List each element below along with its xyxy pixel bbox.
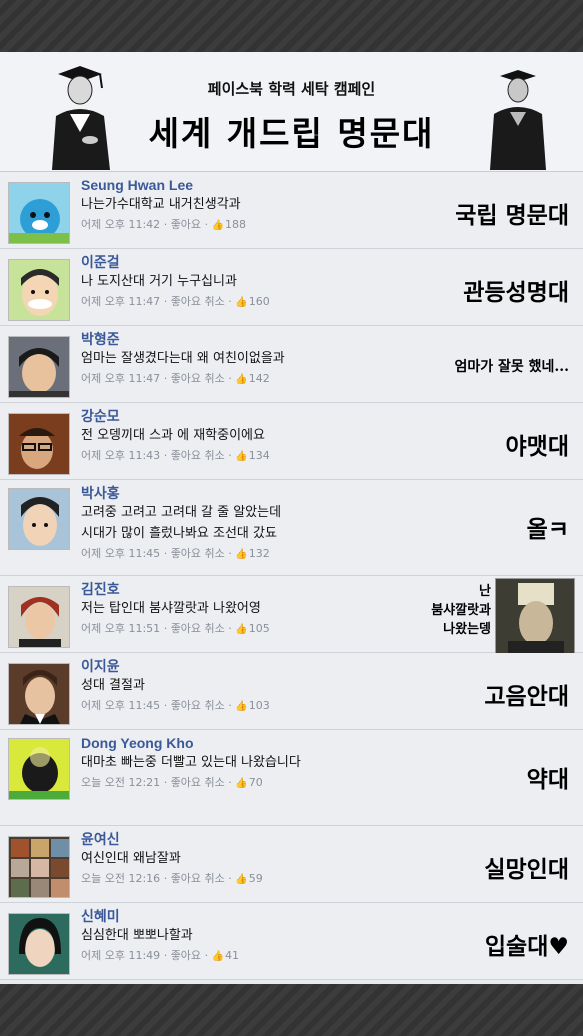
like-link[interactable]: 좋아요 취소 xyxy=(171,622,225,635)
meme-caption: 약대 xyxy=(526,766,569,793)
like-count[interactable]: 132 xyxy=(235,547,269,560)
like-link[interactable]: 좋아요 취소 xyxy=(171,776,225,789)
comment-row: 박형준 엄마는 잘생겼다는대 왜 여친이없을과 어제 오후 11:47 · 좋아… xyxy=(0,326,583,403)
comment-text: 대마초 빠는중 더빨고 있는대 나왔습니다 xyxy=(81,755,301,770)
comment-meta: 어제 오후 11:45 · 좋아요 취소 · 132 xyxy=(81,544,573,565)
avatar[interactable] xyxy=(8,259,70,321)
comment-row: Dong Yeong Kho 대마초 빠는중 더빨고 있는대 나왔습니다 오늘 … xyxy=(0,730,583,826)
like-count[interactable]: 142 xyxy=(235,372,269,385)
header-banner: 페이스북 학력 세탁 캠페인 세계 개드립 명문대 xyxy=(0,52,583,172)
meme-caption: 실망인대 xyxy=(484,856,569,883)
comment-row: 김진호 저는 탑인대 붐샤깔랏과 나왔어영 어제 오후 11:51 · 좋아요 … xyxy=(0,576,583,654)
timestamp: 오늘 오전 12:21 xyxy=(81,776,161,789)
comment-row: 박사홍 고려중 고려고 고려대 갈 줄 알았는데 시대가 많이 흘렀나봐요 조선… xyxy=(0,480,583,576)
graduate-illustration-right xyxy=(490,70,546,170)
meme-caption: 야맷대 xyxy=(505,433,569,460)
commenter-name[interactable]: Dong Yeong Kho xyxy=(81,734,573,752)
commenter-name[interactable]: 신혜미 xyxy=(81,907,573,925)
comment-text: 전 오뎅끼대 스과 에 재학중이에요 xyxy=(81,428,265,443)
commenter-name[interactable]: 박형준 xyxy=(81,330,573,348)
timestamp: 어제 오후 11:51 xyxy=(81,622,161,635)
comment-row: Seung Hwan Lee 나는가수대학교 내거친생각과 어제 오후 11:4… xyxy=(0,172,583,249)
timestamp: 어제 오후 11:47 xyxy=(81,372,161,385)
like-count[interactable]: 134 xyxy=(235,449,269,462)
reaction-photo xyxy=(495,578,575,654)
meme-panel: 페이스북 학력 세탁 캠페인 세계 개드립 명문대 Seung Hwan Lee… xyxy=(0,52,583,984)
like-count[interactable]: 41 xyxy=(212,949,239,962)
like-count[interactable]: 59 xyxy=(235,872,262,885)
commenter-name[interactable]: 이지윤 xyxy=(81,657,573,675)
avatar[interactable] xyxy=(8,836,70,898)
avatar[interactable] xyxy=(8,488,70,550)
like-count[interactable]: 160 xyxy=(235,295,269,308)
meme-caption: 입술대♥ xyxy=(484,933,569,960)
timestamp: 어제 오후 11:45 xyxy=(81,699,161,712)
avatar[interactable] xyxy=(8,586,70,648)
comment-meta: 오늘 오전 12:21 · 좋아요 취소 · 70 xyxy=(81,773,573,794)
comment-list: Seung Hwan Lee 나는가수대학교 내거친생각과 어제 오후 11:4… xyxy=(0,172,583,980)
comment-row: 윤여신 여신인대 왜남잘꽈 오늘 오전 12:16 · 좋아요 취소 · 59 … xyxy=(0,826,583,903)
meme-caption: 올ㅋ xyxy=(526,516,569,543)
like-count[interactable]: 105 xyxy=(235,622,269,635)
bottom-border xyxy=(0,984,583,1036)
comment-text: 고려중 고려고 고려대 갈 줄 알았는데 시대가 많이 흘렀나봐요 조선대 갔됴 xyxy=(81,505,282,541)
like-count[interactable]: 103 xyxy=(235,699,269,712)
comment-row: 신혜미 심심한대 뽀뽀나할과 어제 오후 11:49 · 좋아요 · 41 입술… xyxy=(0,903,583,980)
commenter-name[interactable]: 강순모 xyxy=(81,407,573,425)
meme-caption: 관등성명대 xyxy=(463,279,569,306)
meme-caption: 난 붐샤깔랏과 나왔는뎅 xyxy=(431,584,491,637)
commenter-name[interactable]: 이준걸 xyxy=(81,253,573,271)
timestamp: 어제 오후 11:43 xyxy=(81,449,161,462)
like-link[interactable]: 좋아요 xyxy=(171,949,201,962)
avatar[interactable] xyxy=(8,738,70,800)
commenter-name[interactable]: 박사홍 xyxy=(81,484,573,502)
avatar[interactable] xyxy=(8,182,70,244)
timestamp: 어제 오후 11:42 xyxy=(81,218,161,231)
timestamp: 어제 오후 11:45 xyxy=(81,547,161,560)
like-link[interactable]: 좋아요 xyxy=(171,218,201,231)
commenter-name[interactable]: 윤여신 xyxy=(81,830,573,848)
avatar[interactable] xyxy=(8,663,70,725)
like-count[interactable]: 188 xyxy=(212,218,246,231)
comment-meta: 어제 오후 11:43 · 좋아요 취소 · 134 xyxy=(81,446,573,467)
comment-row: 이준걸 나 도지산대 거기 누구십니과 어제 오후 11:47 · 좋아요 취소… xyxy=(0,249,583,326)
meme-caption: 국립 명문대 xyxy=(455,202,569,229)
like-link[interactable]: 좋아요 취소 xyxy=(171,699,225,712)
like-link[interactable]: 좋아요 취소 xyxy=(171,449,225,462)
avatar[interactable] xyxy=(8,336,70,398)
timestamp: 어제 오후 11:47 xyxy=(81,295,161,308)
avatar[interactable] xyxy=(8,913,70,975)
timestamp: 오늘 오전 12:16 xyxy=(81,872,161,885)
like-link[interactable]: 좋아요 취소 xyxy=(171,547,225,560)
timestamp: 어제 오후 11:49 xyxy=(81,949,161,962)
like-link[interactable]: 좋아요 취소 xyxy=(171,295,225,308)
like-link[interactable]: 좋아요 취소 xyxy=(171,872,225,885)
like-link[interactable]: 좋아요 취소 xyxy=(171,372,225,385)
avatar[interactable] xyxy=(8,413,70,475)
commenter-name[interactable]: Seung Hwan Lee xyxy=(81,176,573,194)
like-count[interactable]: 70 xyxy=(235,776,262,789)
meme-caption: 고음안대 xyxy=(484,683,569,710)
comment-row: 이지윤 성대 결절과 어제 오후 11:45 · 좋아요 취소 · 103 고음… xyxy=(0,653,583,730)
meme-caption: 엄마가 잘못 했네... xyxy=(454,359,569,375)
comment-row: 강순모 전 오뎅끼대 스과 에 재학중이에요 어제 오후 11:43 · 좋아요… xyxy=(0,403,583,480)
